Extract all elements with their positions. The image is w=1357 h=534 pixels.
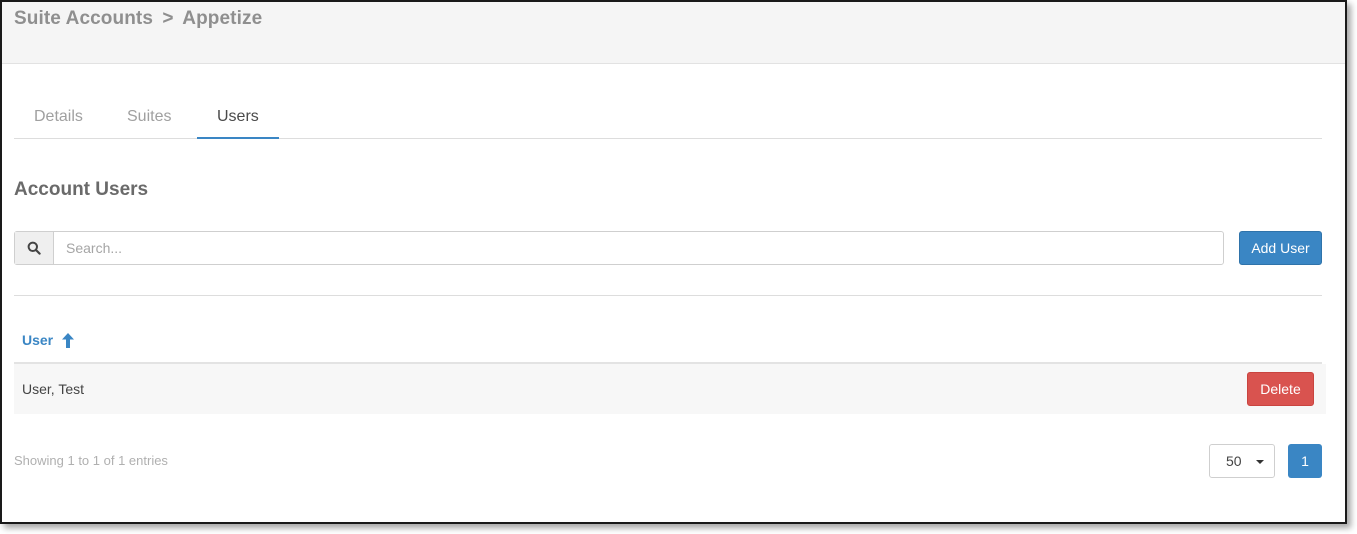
search-input[interactable] [54, 232, 1223, 264]
add-user-button[interactable]: Add User [1239, 231, 1322, 265]
table-row: User, Test [14, 364, 1326, 414]
section-title: Account Users [14, 179, 149, 200]
arrow-up-icon[interactable] [62, 333, 75, 353]
app-window: Suite Accounts > Appetize Details Suites… [0, 0, 1347, 524]
page-size-select[interactable]: 50 [1209, 444, 1275, 478]
page-header: Suite Accounts > Appetize [2, 2, 1345, 64]
divider [14, 295, 1322, 296]
user-name-cell: User, Test [22, 381, 84, 397]
breadcrumb: Suite Accounts > Appetize [14, 8, 262, 30]
caret-down-icon [1256, 460, 1264, 464]
column-header-user[interactable]: User [22, 332, 53, 348]
tab-users[interactable]: Users [197, 106, 279, 139]
tab-suites[interactable]: Suites [107, 106, 191, 139]
search-icon [15, 232, 54, 264]
page-size-value: 50 [1226, 453, 1242, 469]
search-bar [14, 231, 1224, 265]
tab-bar: Details Suites Users [14, 94, 1322, 139]
table-header: User [14, 332, 1322, 364]
breadcrumb-parent[interactable]: Suite Accounts [14, 8, 153, 29]
delete-button[interactable]: Delete [1247, 372, 1314, 406]
tab-details[interactable]: Details [14, 106, 103, 139]
pagination-page-button[interactable]: 1 [1288, 444, 1322, 478]
table-info: Showing 1 to 1 of 1 entries [14, 453, 168, 468]
breadcrumb-separator: > [162, 8, 174, 29]
breadcrumb-current: Appetize [182, 8, 263, 29]
